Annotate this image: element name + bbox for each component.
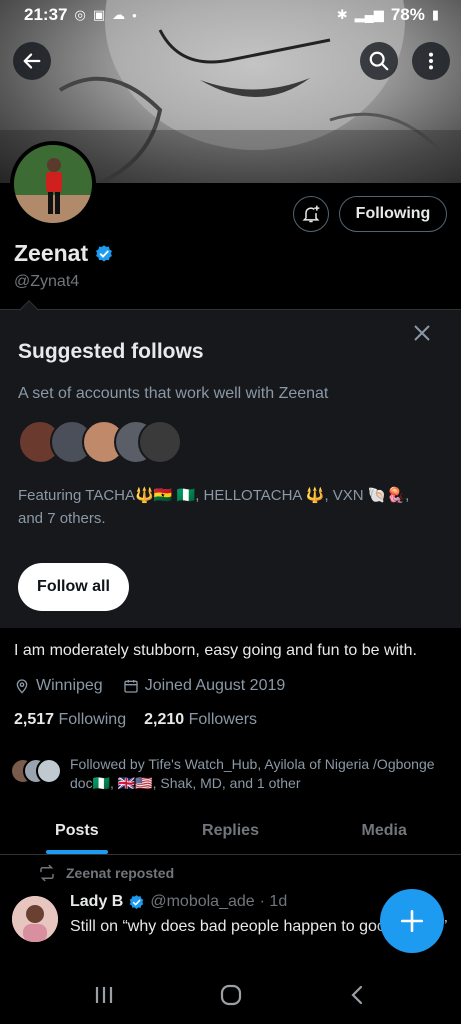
profile-stats: 2,517 Following 2,210 Followers (14, 711, 257, 729)
system-nav-bar (0, 966, 461, 1024)
search-button[interactable] (360, 42, 398, 80)
location-icon (16, 679, 28, 694)
back-arrow-icon (23, 53, 41, 69)
status-time: 21:37 (24, 5, 68, 24)
post-header: Lady B @mobola_ade · 1d (70, 893, 287, 911)
active-tab-indicator (45, 850, 108, 854)
bell-plus-icon (302, 205, 320, 223)
recents-icon (95, 987, 112, 1003)
tab-label: Posts (55, 821, 99, 839)
tab-label: Media (361, 821, 407, 839)
suggested-follows-card: Suggested follows A set of accounts that… (0, 310, 461, 628)
back-button[interactable] (13, 42, 51, 80)
tab-replies[interactable]: Replies (154, 807, 308, 854)
dot-icon: • (132, 7, 137, 23)
followed-by-text: Followed by Tife's Watch_Hub, Ayilola of… (70, 756, 435, 791)
close-button[interactable] (411, 322, 433, 344)
suggested-follows-title: Suggested follows (18, 340, 204, 363)
more-vertical-icon (428, 52, 434, 70)
following-label: Following (58, 711, 127, 728)
notifications-button[interactable] (293, 196, 329, 232)
profile-avatar[interactable] (10, 141, 96, 227)
verified-badge-icon (94, 244, 114, 264)
post-author-name[interactable]: Lady B (70, 893, 123, 911)
repost-icon (40, 864, 54, 882)
avatar-photo (14, 145, 92, 223)
post-author-avatar[interactable] (12, 896, 58, 942)
home-icon (220, 984, 241, 1006)
home-button[interactable] (211, 975, 251, 1015)
suggested-avatar[interactable] (138, 420, 182, 464)
battery-level: 78% (390, 5, 425, 24)
profile-joined: Joined August 2019 (144, 677, 286, 694)
search-icon (369, 51, 389, 71)
name-row: Zeenat (14, 240, 114, 267)
suggested-follows-subtitle: A set of accounts that work well with Ze… (18, 385, 329, 402)
profile-location: Winnipeg (36, 677, 103, 694)
repost-indicator: Zeenat reposted (38, 864, 174, 882)
recents-button[interactable] (84, 975, 124, 1015)
compose-button[interactable] (380, 889, 444, 953)
signal-icon: ▂▄▆ (354, 7, 384, 22)
plus-icon (400, 909, 424, 933)
followed-by-row[interactable]: Followed by Tife's Watch_Hub, Ayilola of… (10, 755, 450, 793)
whatsapp-icon: ◎ (74, 7, 86, 22)
tab-posts[interactable]: Posts (0, 807, 154, 854)
following-count: 2,517 (14, 711, 55, 728)
follower-avatar (36, 758, 62, 784)
profile-bio: I am moderately stubborn, easy going and… (14, 642, 417, 659)
bluetooth-icon: ✱ (336, 7, 348, 22)
close-icon (414, 325, 430, 341)
cloud-icon: ☁ (112, 7, 126, 22)
profile-meta: Winnipeg Joined August 2019 (14, 677, 285, 695)
profile-name: Zeenat (14, 240, 89, 266)
followed-by-avatars (10, 755, 64, 785)
profile-tabs: Posts Replies Media (0, 807, 461, 855)
system-back-button[interactable] (338, 975, 378, 1015)
follow-all-button[interactable]: Follow all (18, 563, 129, 611)
author-photo (12, 896, 58, 942)
calendar-icon (124, 680, 138, 693)
tab-media[interactable]: Media (307, 807, 461, 854)
following-stat[interactable]: 2,517 Following (14, 711, 126, 729)
battery-icon: ▮ (431, 7, 439, 22)
following-button[interactable]: Following (339, 196, 447, 232)
followers-stat[interactable]: 2,210 Followers (144, 711, 257, 729)
back-nav-icon (350, 985, 362, 1005)
facebook-icon: ▣ (92, 7, 106, 22)
followers-count: 2,210 (144, 711, 185, 728)
profile-handle: @Zynat4 (14, 273, 80, 290)
tab-label: Replies (202, 821, 259, 839)
featuring-text: Featuring TACHA🔱🇬🇭 🇳🇬, HELLOTACHA 🔱, VXN… (18, 487, 410, 527)
repost-label: Zeenat reposted (66, 865, 175, 881)
more-options-button[interactable] (412, 42, 450, 80)
post-author-handle: @mobola_ade (150, 893, 255, 910)
followers-label: Followers (188, 711, 258, 728)
verified-badge-icon (128, 894, 145, 911)
status-bar: 21:37 ◎ ▣ ☁ • ✱ ▂▄▆ 78% ▮ (0, 0, 461, 30)
post-time: · 1d (259, 893, 288, 910)
